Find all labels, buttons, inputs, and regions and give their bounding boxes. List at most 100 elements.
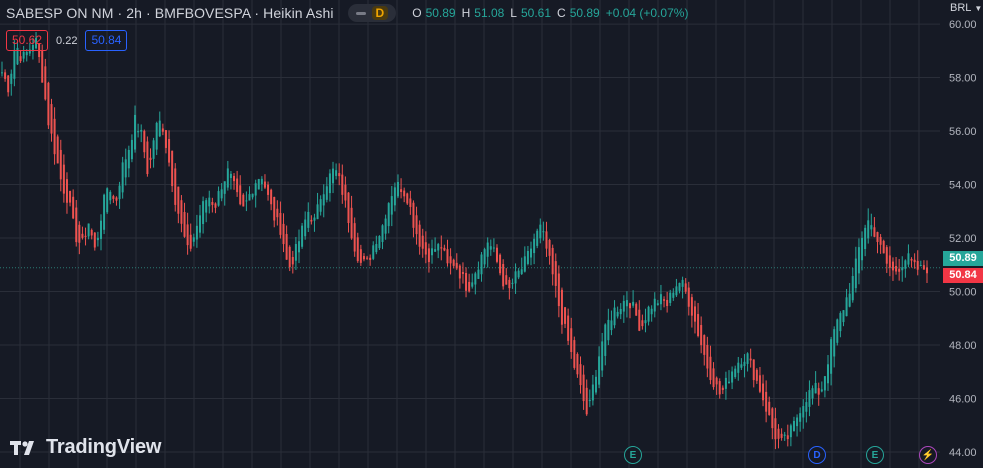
candle-body <box>898 268 901 272</box>
candle-body <box>267 184 270 195</box>
candle-body <box>455 262 458 269</box>
candle-body <box>301 225 304 247</box>
candle-body <box>622 300 625 312</box>
candle-body <box>693 306 696 322</box>
candle-body <box>369 257 372 260</box>
candle-body <box>59 149 62 180</box>
candle-body <box>236 178 239 193</box>
candle-body <box>697 314 700 336</box>
candle-body <box>121 162 124 193</box>
candle-body <box>551 247 554 275</box>
candle-body <box>560 289 563 325</box>
candle-body <box>353 223 356 252</box>
collapse-dash-icon[interactable] <box>355 11 366 15</box>
candle-body <box>229 173 232 179</box>
candle-body <box>895 265 898 272</box>
buy-button[interactable]: 50.84 <box>85 30 128 51</box>
delayed-badge[interactable]: D <box>371 6 389 20</box>
candle-body <box>211 201 214 205</box>
candle-body <box>706 344 709 369</box>
candle-body <box>548 239 551 256</box>
candle-body <box>13 49 16 79</box>
candle-body <box>638 309 641 331</box>
currency-selector[interactable]: BRL ▼ <box>950 2 982 14</box>
candle-body <box>557 273 560 307</box>
candle-body <box>325 186 328 200</box>
candle-body <box>412 202 415 228</box>
candle-body <box>155 122 158 150</box>
candle-body <box>505 275 508 285</box>
candle-body <box>452 259 455 266</box>
candle-body <box>740 364 743 368</box>
candle-body <box>87 223 90 237</box>
legend-controls[interactable]: D <box>347 4 397 22</box>
candle-body <box>409 198 412 207</box>
split-event-icon[interactable]: ⚡ <box>919 446 937 464</box>
earnings-event-icon[interactable]: E <box>866 446 884 464</box>
candle-body <box>616 311 619 317</box>
candle-body <box>214 203 217 208</box>
candle-body <box>777 428 780 439</box>
candle-body <box>715 377 718 385</box>
candle-body <box>137 131 140 133</box>
candle-body <box>195 225 198 240</box>
candle-body <box>7 75 10 93</box>
candle-body <box>792 420 795 432</box>
dividend-event-icon[interactable]: D <box>808 446 826 464</box>
candle-body <box>65 179 68 203</box>
candle-body <box>607 319 610 341</box>
earnings-event-icon[interactable]: E <box>624 446 642 464</box>
tradingview-logo[interactable]: TradingView <box>10 436 161 459</box>
candle-body <box>276 208 279 218</box>
candle-body <box>669 292 672 303</box>
candle-body <box>786 435 789 440</box>
candle-body <box>341 174 344 195</box>
candle-body <box>762 383 765 401</box>
candle-body <box>198 215 201 233</box>
candle-body <box>366 257 369 259</box>
high-value: 51.08 <box>474 6 505 20</box>
candle-body <box>656 303 659 306</box>
y-tick-label: 54.00 <box>949 180 977 192</box>
candle-body <box>239 185 242 205</box>
candle-body <box>109 191 112 201</box>
symbol-title[interactable]: SABESP ON NM · 2h · BMFBOVESPA · Heikin … <box>6 5 334 21</box>
candle-body <box>678 282 681 291</box>
chevron-down-icon: ▼ <box>974 3 983 13</box>
candle-body <box>143 130 146 153</box>
price-chart[interactable]: 60.00 58.00 56.00 54.00 52.00 50.00 48.00 46.00… <box>0 0 983 468</box>
candle-body <box>721 387 724 390</box>
candle-body <box>406 193 409 204</box>
candle-body <box>919 265 922 267</box>
candle-body <box>461 272 464 274</box>
candle-body <box>830 339 833 374</box>
candle-body <box>601 341 604 371</box>
candle-body <box>171 150 174 187</box>
candle-body <box>650 308 653 315</box>
candle-body <box>564 307 567 324</box>
candle-body <box>891 261 894 271</box>
candle-body <box>124 159 127 178</box>
candle-body <box>75 207 78 243</box>
candle-body <box>811 388 814 399</box>
candle-body <box>502 263 505 287</box>
open-label: O <box>412 6 422 20</box>
candle-body <box>820 389 823 392</box>
candle-body <box>56 136 59 164</box>
candle-body <box>310 219 313 222</box>
candle-body <box>112 196 115 199</box>
sell-button[interactable]: 50.62 <box>6 30 49 51</box>
bid-price-tag: 50.84 <box>943 268 983 283</box>
candle-body <box>449 256 452 264</box>
candle-body <box>922 265 925 270</box>
candle-body <box>62 164 65 194</box>
candle-body <box>836 319 839 343</box>
candle-body <box>755 369 758 381</box>
candle-body <box>523 256 526 272</box>
y-tick-label: 44.00 <box>949 447 977 459</box>
candle-body <box>542 231 545 233</box>
candle-body <box>588 399 591 402</box>
candle-body <box>328 173 331 194</box>
candle-body <box>319 199 322 212</box>
candle-body <box>641 320 644 327</box>
